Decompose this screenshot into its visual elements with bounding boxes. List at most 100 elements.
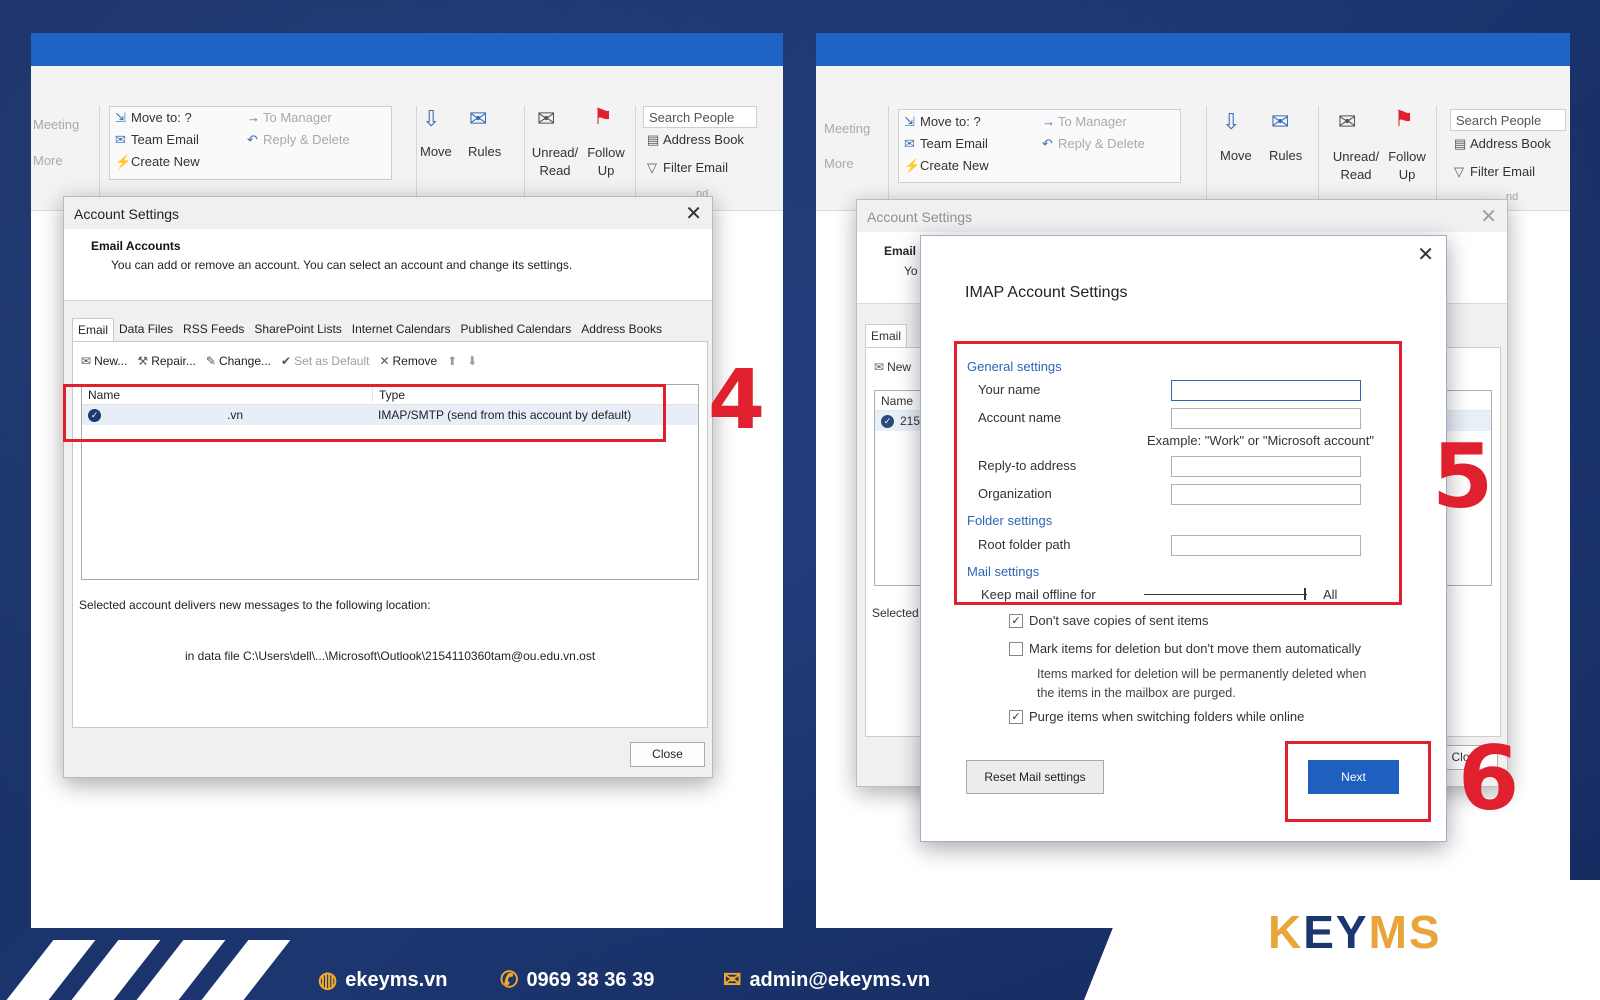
tab-published-calendars[interactable]: Published Calendars [456, 318, 577, 341]
quick-step-label: Reply & Delete [1058, 136, 1145, 151]
address-book-icon: ▤ [1454, 136, 1467, 151]
quick-step-move-to[interactable]: ⇲ Move to: ? [904, 114, 981, 130]
deliver-text: Selected [872, 606, 919, 620]
highlight-box-5 [954, 341, 1402, 605]
tab-data-files[interactable]: Data Files [114, 318, 178, 341]
phone-contact[interactable]: ✆ 0969 38 36 39 [500, 967, 654, 993]
move-down-icon[interactable]: ⬇ [467, 354, 477, 368]
close-icon[interactable]: ✕ [1480, 204, 1497, 229]
close-button[interactable]: Close [630, 742, 705, 767]
ribbon: Meeting More ⇲ Move to: ? ✉ Team Email ⚡Cr… [31, 66, 783, 211]
quick-step-create-new[interactable]: ⚡Create New [904, 158, 989, 174]
new-label: New... [94, 354, 128, 368]
title-bar [31, 33, 783, 66]
address-book-button[interactable]: ▤ Address Book [1454, 136, 1551, 152]
move-icon: ⇩ [1222, 109, 1241, 134]
data-file-path: in data file C:\Users\dell\...\Microsoft… [185, 649, 596, 663]
quick-step-to-manager[interactable]: → To Manager [1042, 114, 1127, 129]
dont-save-sent-label: Don't save copies of sent items [1029, 613, 1209, 628]
move-to-icon: ⇲ [115, 110, 126, 125]
step-number-5: 5 [1432, 425, 1494, 528]
dialog-title: Account Settings [74, 206, 180, 222]
check-circle-icon: ✔ [281, 354, 292, 368]
quick-step-reply-delete[interactable]: ↶ Reply & Delete [1042, 136, 1145, 152]
remove-button[interactable]: ✕ Remove [379, 354, 437, 368]
quick-step-team-email[interactable]: ✉ Team Email [115, 132, 199, 148]
quick-step-move-to[interactable]: ⇲ Move to: ? [115, 110, 192, 126]
move-up-icon[interactable]: ⬆ [447, 354, 457, 368]
mark-deletion-checkbox[interactable] [1009, 642, 1023, 656]
unread-read-button[interactable]: Unread/ Read [529, 144, 581, 180]
email-heading: Email [884, 244, 917, 258]
new-button[interactable]: ✉ New... [81, 354, 127, 368]
filter-email-button[interactable]: ▽ Filter Email [1454, 164, 1535, 180]
tab-rss-feeds[interactable]: RSS Feeds [178, 318, 249, 341]
close-icon[interactable]: ✕ [685, 201, 702, 226]
set-default-label: Set as Default [294, 354, 370, 368]
quick-step-label: Create New [920, 158, 989, 173]
quick-step-create-new[interactable]: ⚡Create New [115, 154, 200, 170]
more-label[interactable]: More [824, 156, 854, 171]
wrench-icon: ⚒ [137, 354, 149, 368]
tab-sharepoint-lists[interactable]: SharePoint Lists [249, 318, 346, 341]
divider [416, 106, 417, 201]
filter-email-label: Filter Email [1470, 164, 1536, 179]
unread-read-button[interactable]: Unread/ Read [1330, 148, 1382, 184]
quick-step-label: Team Email [131, 132, 199, 147]
quick-step-label: Team Email [920, 136, 988, 151]
tab-email[interactable]: Email [72, 318, 115, 341]
deliver-text: Selected account delivers new messages t… [79, 598, 431, 612]
website-contact[interactable]: ◍ ekeyms.vn [318, 967, 448, 993]
repair-button[interactable]: ⚒ Repair... [137, 354, 195, 368]
set-default-button[interactable]: ✔ Set as Default [281, 354, 369, 368]
search-people-input[interactable]: Search People [1450, 109, 1566, 131]
purge-items-label: Purge items when switching folders while… [1029, 709, 1305, 724]
address-book-label: Address Book [1470, 136, 1551, 151]
more-label[interactable]: More [33, 153, 63, 168]
tab-bar: Email [865, 324, 908, 347]
tab-email[interactable]: Email [865, 324, 908, 347]
address-book-button[interactable]: ▤ Address Book [647, 132, 744, 148]
rules-button[interactable]: Rules [468, 144, 501, 159]
move-button[interactable]: Move [420, 144, 452, 159]
new-button[interactable]: ✉ New [874, 360, 911, 374]
change-button[interactable]: ✎ Change... [206, 354, 271, 368]
change-label: Change... [218, 354, 271, 368]
follow-up-button[interactable]: Follow Up [585, 144, 627, 180]
new-label: New [887, 360, 912, 374]
purge-items-checkbox[interactable]: ✓ [1009, 710, 1023, 724]
default-check-icon: ✓ [881, 414, 894, 428]
search-people-input[interactable]: Search People [643, 106, 757, 128]
title-bar [816, 33, 1570, 66]
tab-address-books[interactable]: Address Books [576, 318, 667, 341]
close-icon: ✕ [379, 354, 390, 368]
email-accounts-description: You can add or remove an account. You ca… [111, 258, 573, 272]
quick-step-label: Reply & Delete [263, 132, 350, 147]
highlight-box-6 [1285, 741, 1431, 822]
dialog-header: Email Accounts You can add or remove an … [64, 229, 712, 301]
filter-email-button[interactable]: ▽ Filter Email [647, 160, 728, 176]
rules-icon: ✉ [1271, 109, 1290, 134]
divider [1318, 106, 1319, 201]
close-icon[interactable]: ✕ [1417, 242, 1434, 267]
divider [888, 106, 889, 201]
quick-step-to-manager[interactable]: → To Manager [247, 110, 332, 125]
rules-button[interactable]: Rules [1269, 148, 1302, 163]
email-contact[interactable]: ✉ admin@ekeyms.vn [723, 967, 930, 993]
rules-icon: ✉ [469, 106, 488, 131]
quick-step-team-email[interactable]: ✉ Team Email [904, 136, 988, 152]
quick-step-reply-delete[interactable]: ↶ Reply & Delete [247, 132, 350, 148]
follow-up-button[interactable]: Follow Up [1386, 148, 1428, 184]
move-button[interactable]: Move [1220, 148, 1252, 163]
tab-internet-calendars[interactable]: Internet Calendars [347, 318, 456, 341]
arrow-right-icon: → [1042, 114, 1055, 129]
dont-save-sent-checkbox[interactable]: ✓ [1009, 614, 1023, 628]
meeting-label[interactable]: Meeting [824, 121, 870, 136]
divider [635, 106, 636, 201]
reset-mail-settings-button[interactable]: Reset Mail settings [966, 760, 1104, 794]
mail-icon: ✉ [723, 967, 742, 992]
column-name[interactable]: Name [875, 394, 913, 408]
mail-icon: ✉ [115, 132, 126, 147]
meeting-label[interactable]: Meeting [33, 117, 79, 132]
lightning-icon: ⚡ [904, 158, 921, 173]
